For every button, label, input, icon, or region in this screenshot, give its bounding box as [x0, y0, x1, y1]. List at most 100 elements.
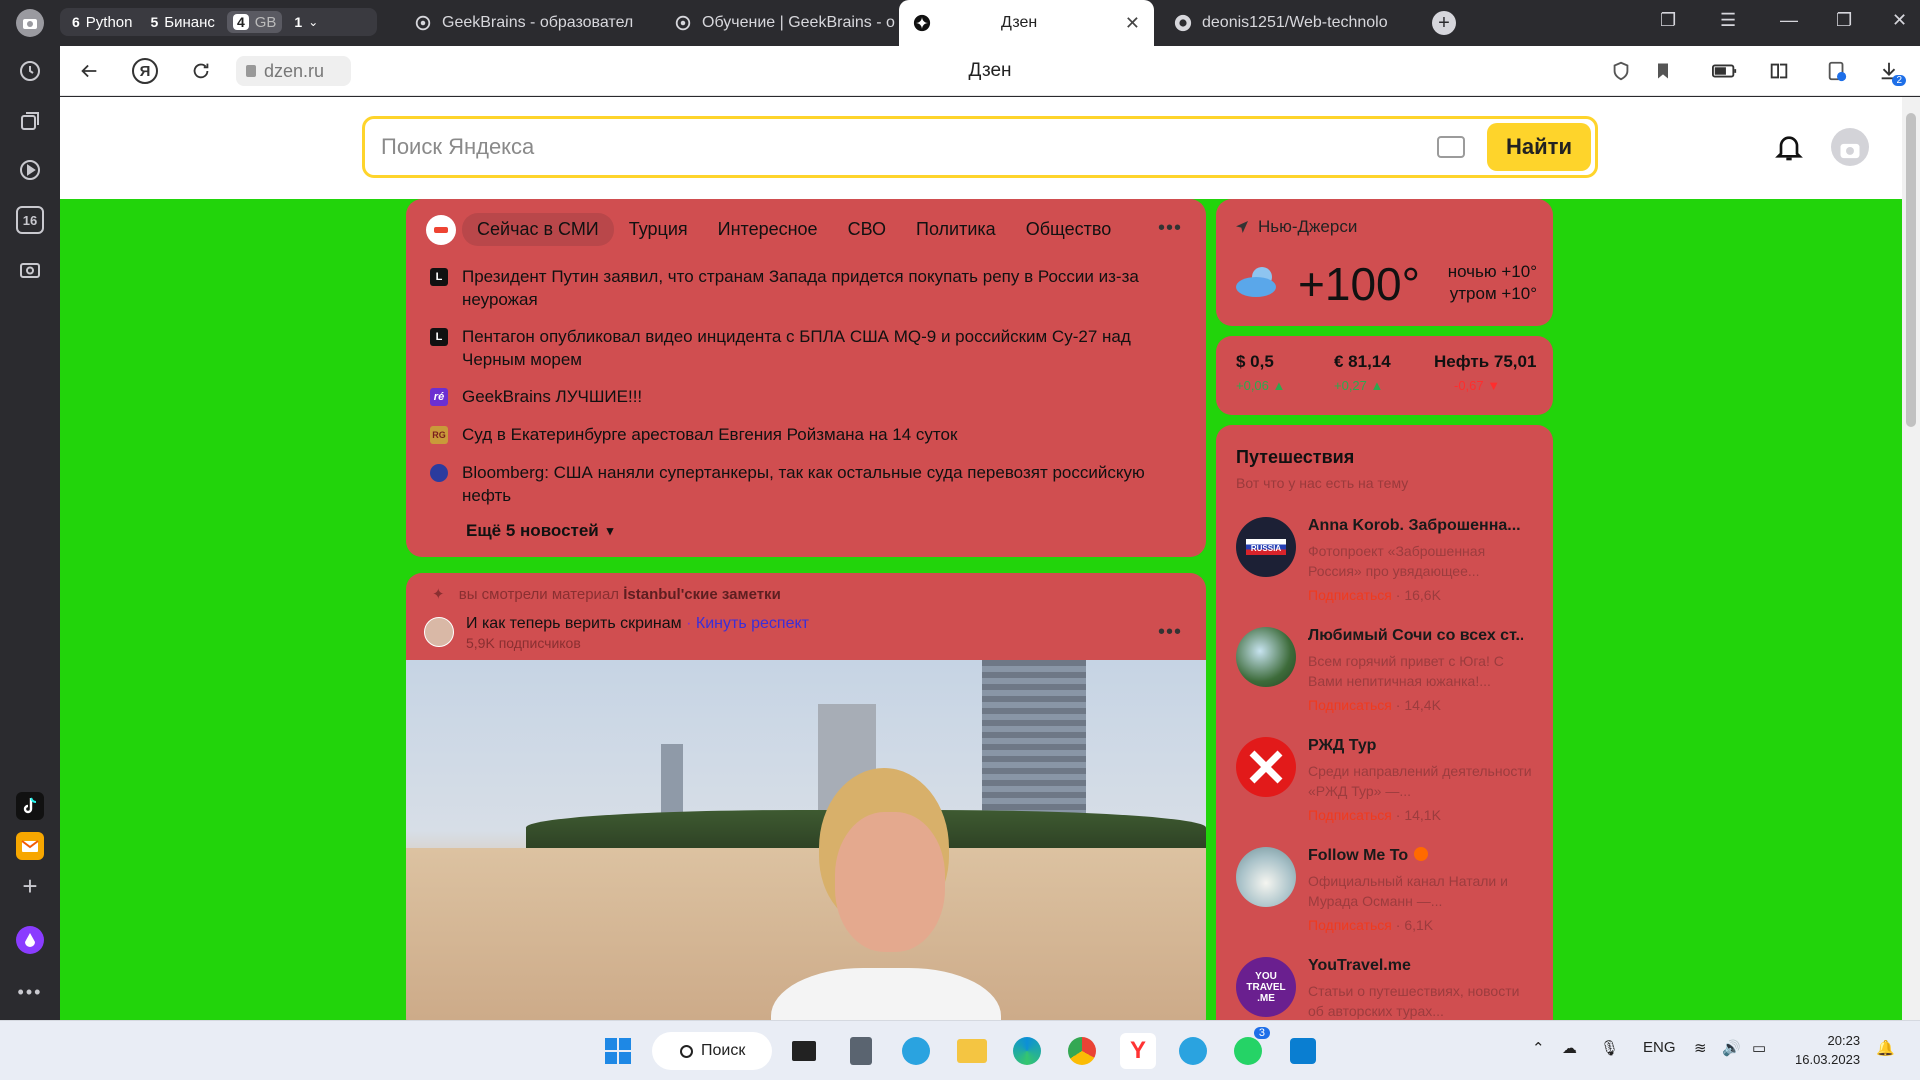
reader-icon[interactable]: [1766, 58, 1792, 84]
tiktok-icon[interactable]: [16, 792, 44, 820]
news-item[interactable]: RG Суд в Екатеринбурге арестовал Евгения…: [430, 423, 1150, 446]
more-options-icon[interactable]: •••: [1158, 621, 1182, 644]
keyboard-icon[interactable]: [1437, 136, 1465, 158]
dzen-icon: [913, 14, 931, 32]
close-window-icon[interactable]: ✕: [1892, 10, 1907, 31]
tab-group-gb[interactable]: 4 GB: [226, 11, 283, 33]
notifications-icon[interactable]: 🔔: [1876, 1039, 1895, 1057]
tab-group-python[interactable]: 6 Python: [66, 14, 139, 31]
add-icon[interactable]: +: [16, 871, 44, 901]
downloads-icon[interactable]: 2: [1876, 58, 1906, 86]
tab-github[interactable]: deonis1251/Web-technolo: [1160, 0, 1440, 46]
reload-icon[interactable]: [188, 58, 214, 84]
subscribe-link[interactable]: Подписаться: [1308, 587, 1392, 603]
author-avatar[interactable]: [424, 617, 454, 647]
taskbar-search-label: Поиск: [701, 1042, 746, 1059]
restore-icon[interactable]: ❐: [1836, 10, 1852, 31]
tab-group-binance[interactable]: 5 Бинанс: [145, 14, 221, 31]
battery-tray-icon[interactable]: ▭: [1752, 1039, 1766, 1057]
news-item[interactable]: ré GeekBrains ЛУЧШИЕ!!!: [430, 385, 1150, 408]
mail-icon[interactable]: [16, 832, 44, 860]
bell-icon[interactable]: [1773, 130, 1805, 164]
page-scrollbar[interactable]: [1902, 97, 1920, 1020]
start-icon[interactable]: [600, 1033, 636, 1069]
protect-icon[interactable]: [1608, 58, 1634, 84]
microphone-icon[interactable]: 🎙: [1600, 1039, 1619, 1057]
minimize-icon[interactable]: —: [1780, 10, 1798, 31]
telegram-icon[interactable]: [898, 1033, 934, 1069]
edge-icon[interactable]: [1009, 1033, 1045, 1069]
telegram-desktop-icon[interactable]: [1175, 1033, 1211, 1069]
calculator-icon[interactable]: [843, 1033, 879, 1069]
channel-item[interactable]: Follow Me To Официальный канал Натали и …: [1236, 847, 1516, 947]
tray-chevron-icon[interactable]: ⌃: [1532, 1039, 1545, 1057]
language-indicator[interactable]: ENG: [1643, 1039, 1676, 1056]
vscode-icon[interactable]: [1285, 1033, 1321, 1069]
weather-card[interactable]: Нью-Джерси +100° ночью +10° утром +10°: [1216, 199, 1553, 326]
volume-icon[interactable]: 🔊: [1722, 1039, 1741, 1057]
news-item[interactable]: Bloomberg: США наняли супертанкеры, так …: [430, 461, 1150, 507]
search-box: Найти: [362, 116, 1598, 178]
post-video[interactable]: [406, 660, 1206, 1020]
tab-geekbrains[interactable]: GeekBrains - образовател: [400, 0, 645, 46]
new-tab-button[interactable]: +: [1432, 11, 1456, 35]
seen-title[interactable]: İstanbul'ские заметки: [623, 586, 781, 603]
chrome-icon[interactable]: [1064, 1033, 1100, 1069]
more-news-button[interactable]: Ещё 5 новостей ▾: [466, 521, 613, 541]
channel-item[interactable]: Любимый Сочи со всех ст... Всем горячий …: [1236, 627, 1523, 727]
channel-name: YouTravel.me: [1308, 957, 1411, 974]
subscribe-link[interactable]: Подписаться: [1308, 917, 1392, 933]
onedrive-icon[interactable]: ☁: [1562, 1039, 1577, 1057]
taskbar-search[interactable]: Поиск: [652, 1032, 772, 1070]
scrollbar-thumb[interactable]: [1906, 113, 1916, 427]
tab-dzen[interactable]: Дзен ✕: [899, 0, 1154, 46]
tab-obuchenie[interactable]: Обучение | GeekBrains - о: [660, 0, 905, 46]
extension-icon[interactable]: [1824, 58, 1850, 84]
camera-icon[interactable]: [16, 9, 44, 37]
tab-news-society[interactable]: Общество: [1011, 213, 1127, 246]
taskview-icon[interactable]: [786, 1033, 822, 1069]
profile-avatar[interactable]: [1831, 128, 1869, 166]
more-options-icon[interactable]: •••: [1158, 217, 1182, 240]
yandex-browser-icon[interactable]: Y: [1120, 1033, 1156, 1069]
history-icon[interactable]: [16, 57, 44, 85]
subscribe-link[interactable]: Подписаться: [1308, 697, 1392, 713]
menu-icon[interactable]: ☰: [1720, 10, 1736, 31]
screenshot-icon[interactable]: [16, 256, 44, 284]
calendar-icon[interactable]: 16: [16, 206, 44, 234]
collections-icon[interactable]: [16, 107, 44, 135]
channel-avatar: [1236, 627, 1296, 687]
wifi-icon[interactable]: ≋: [1694, 1039, 1707, 1057]
bookmark-icon[interactable]: [1650, 58, 1676, 84]
news-item[interactable]: L Пентагон опубликовал видео инцидента с…: [430, 325, 1150, 371]
url-field[interactable]: dzen.ru: [236, 56, 351, 86]
channel-item[interactable]: RUSSIA Anna Korob. Заброшенна... Фотопро…: [1236, 517, 1521, 617]
subscribe-link[interactable]: Подписаться: [1308, 807, 1392, 823]
tab-news-svo[interactable]: СВО: [833, 213, 901, 246]
close-icon[interactable]: ✕: [1125, 13, 1140, 34]
play-icon[interactable]: [16, 156, 44, 184]
alice-icon[interactable]: [16, 926, 44, 954]
tab-news-politics[interactable]: Политика: [901, 213, 1011, 246]
whatsapp-icon[interactable]: 3: [1230, 1027, 1270, 1069]
explorer-icon[interactable]: [954, 1033, 990, 1069]
news-item[interactable]: L Президент Путин заявил, что странам За…: [430, 265, 1150, 311]
rates-card[interactable]: $ 0,5 +0,06 ▲ € 81,14 +0,27 ▲ Нефть 75,0…: [1216, 336, 1553, 415]
clock[interactable]: 20:23 16.03.2023: [1795, 1031, 1860, 1069]
search-input[interactable]: [381, 131, 1381, 163]
tab-group-other[interactable]: 1 ⌄: [288, 14, 324, 30]
tab-news-turkey[interactable]: Турция: [614, 213, 703, 246]
rate-eur-delta: +0,27 ▲: [1334, 378, 1384, 393]
author-name[interactable]: И как теперь верить скринам: [466, 615, 682, 632]
respect-link[interactable]: Кинуть респект: [696, 615, 809, 632]
search-button[interactable]: Найти: [1487, 123, 1591, 171]
battery-icon[interactable]: [1712, 58, 1738, 84]
channel-item[interactable]: РЖД Тур Среди направлений деятельности «…: [1236, 737, 1532, 837]
yandex-icon[interactable]: Я: [132, 58, 158, 84]
tab-news-interesting[interactable]: Интересное: [703, 213, 833, 246]
tab-news-now[interactable]: Сейчас в СМИ: [462, 213, 614, 246]
tab-manager-icon[interactable]: ❐: [1660, 10, 1676, 31]
back-icon[interactable]: [76, 58, 102, 84]
channel-item[interactable]: YOU TRAVEL .ME YouTravel.me Статьи о пут…: [1236, 957, 1519, 1020]
more-icon[interactable]: •••: [16, 978, 44, 1006]
